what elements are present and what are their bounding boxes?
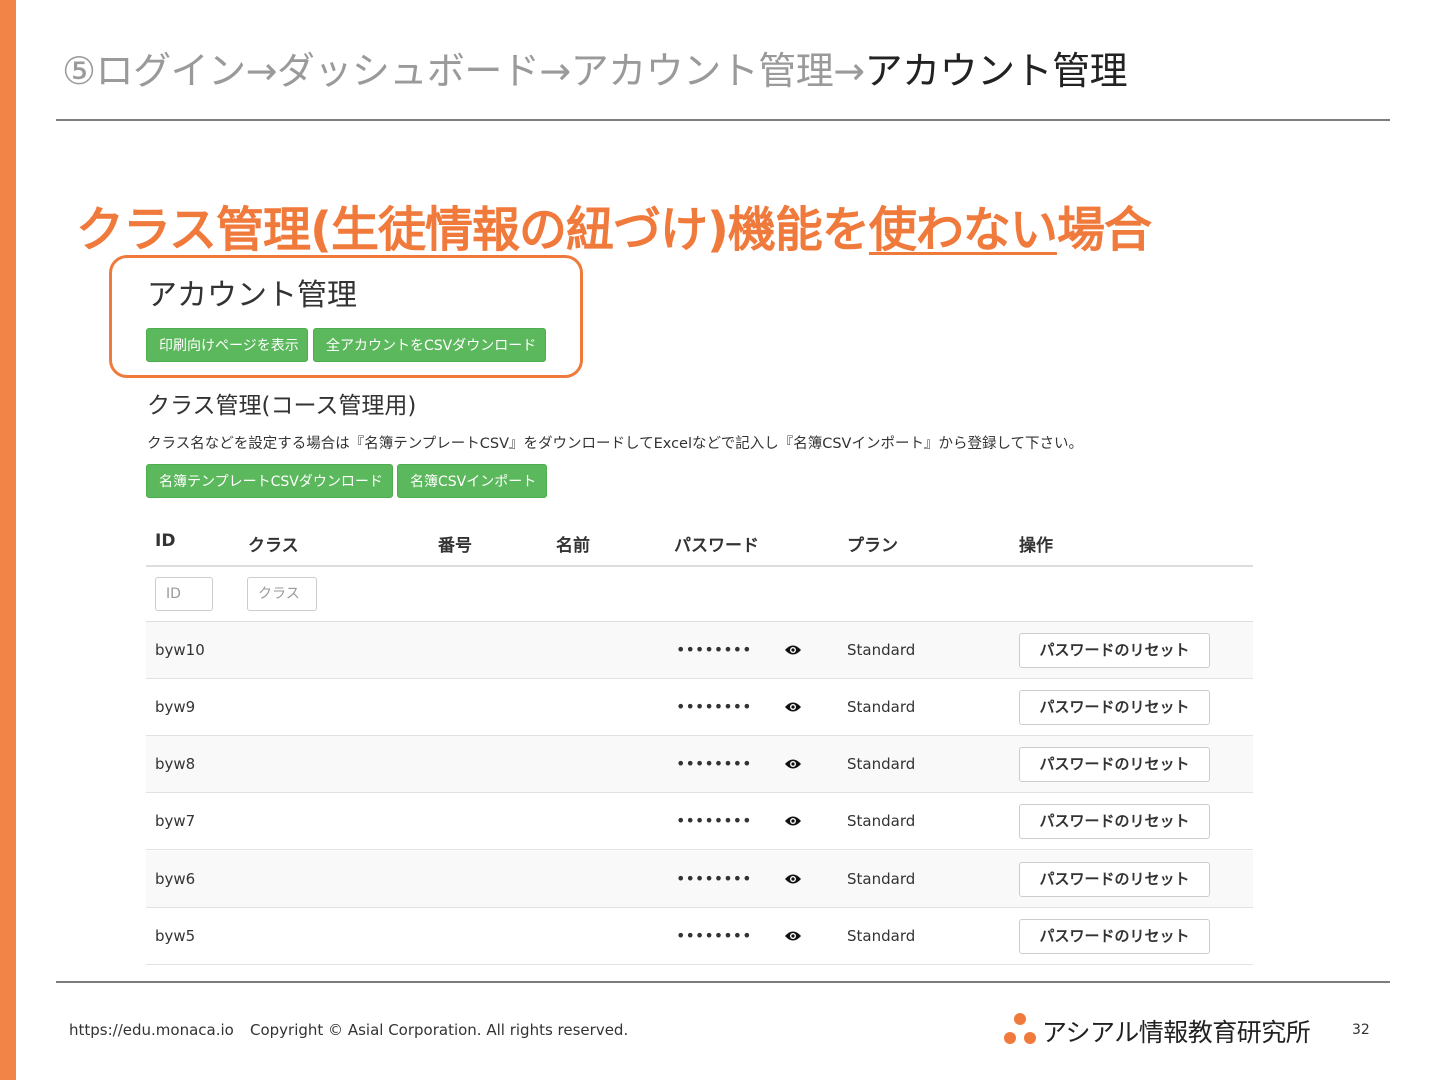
row-plan: Standard bbox=[847, 927, 916, 945]
table-row: byw10 •••••••• Standard パスワードのリセット bbox=[146, 622, 1253, 679]
title-divider bbox=[56, 119, 1390, 121]
eye-icon[interactable] bbox=[784, 928, 802, 944]
table-row: byw9 •••••••• Standard パスワードのリセット bbox=[146, 679, 1253, 736]
eye-icon[interactable] bbox=[784, 813, 802, 829]
template-csv-download-button[interactable]: 名簿テンプレートCSVダウンロード bbox=[146, 464, 393, 498]
logo-dots-icon bbox=[1004, 1013, 1036, 1044]
table-row: byw8 •••••••• Standard パスワードのリセット bbox=[146, 736, 1253, 793]
reset-password-button[interactable]: パスワードのリセット bbox=[1019, 690, 1210, 725]
row-id: byw8 bbox=[155, 755, 196, 773]
csv-import-button[interactable]: 名簿CSVインポート bbox=[397, 464, 547, 498]
row-password: •••••••• bbox=[676, 754, 752, 773]
account-page-title: アカウント管理 bbox=[147, 278, 357, 313]
column-header-actions: 操作 bbox=[1019, 536, 1053, 556]
headline-underlined: 使わない bbox=[868, 202, 1058, 258]
headline-text: クラス管理(生徒情報の紐づけ)機能を bbox=[76, 202, 870, 258]
id-filter-input[interactable] bbox=[155, 577, 213, 611]
table-row: byw6 •••••••• Standard パスワードのリセット bbox=[146, 851, 1253, 908]
csv-download-all-button[interactable]: 全アカウントをCSVダウンロード bbox=[313, 328, 546, 362]
row-id: byw10 bbox=[155, 641, 205, 659]
eye-icon[interactable] bbox=[784, 871, 802, 887]
footer-divider bbox=[56, 981, 1390, 983]
eye-icon[interactable] bbox=[784, 699, 802, 715]
row-plan: Standard bbox=[847, 641, 916, 659]
headline: クラス管理(生徒情報の紐づけ)機能を使わない場合 bbox=[76, 190, 1152, 260]
reset-password-button[interactable]: パスワードのリセット bbox=[1019, 862, 1210, 897]
row-password: •••••••• bbox=[676, 811, 752, 830]
eye-icon[interactable] bbox=[784, 642, 802, 658]
footer-copyright: Copyright © Asial Corporation. All right… bbox=[250, 1021, 629, 1039]
class-management-title: クラス管理(コース管理用) bbox=[147, 393, 417, 419]
column-header-plan: プラン bbox=[847, 536, 898, 556]
reset-password-button[interactable]: パスワードのリセット bbox=[1019, 747, 1210, 782]
row-password: •••••••• bbox=[676, 697, 752, 716]
class-filter-input[interactable] bbox=[247, 577, 317, 611]
row-id: byw5 bbox=[155, 927, 196, 945]
class-management-description: クラス名などを設定する場合は『名簿テンプレートCSV』をダウンロードしてExce… bbox=[147, 436, 1084, 452]
left-accent-bar bbox=[0, 0, 16, 1080]
breadcrumb-current: アカウント管理 bbox=[864, 49, 1128, 93]
row-password: •••••••• bbox=[676, 926, 752, 945]
headline-suffix: 場合 bbox=[1056, 202, 1152, 258]
table-row: byw7 •••••••• Standard パスワードのリセット bbox=[146, 793, 1253, 850]
print-page-button[interactable]: 印刷向けページを表示 bbox=[146, 328, 308, 362]
row-id: byw6 bbox=[155, 870, 196, 888]
row-plan: Standard bbox=[847, 812, 916, 830]
row-password: •••••••• bbox=[676, 869, 752, 888]
reset-password-button[interactable]: パスワードのリセット bbox=[1019, 804, 1210, 839]
column-header-class: クラス bbox=[248, 536, 299, 556]
row-plan: Standard bbox=[847, 870, 916, 888]
breadcrumb-path: ⑤ログイン→ダッシュボード→アカウント管理→ bbox=[62, 49, 865, 93]
row-password: •••••••• bbox=[676, 640, 752, 659]
slide-title: ⑤ログイン→ダッシュボード→アカウント管理→アカウント管理 bbox=[62, 40, 1128, 95]
table-row: byw5 •••••••• Standard パスワードのリセット bbox=[146, 908, 1253, 965]
page-number: 32 bbox=[1352, 1022, 1370, 1038]
row-plan: Standard bbox=[847, 755, 916, 773]
footer-brand-name: アシアル情報教育研究所 bbox=[1042, 1018, 1311, 1047]
footer-url: https://edu.monaca.io bbox=[69, 1021, 234, 1039]
row-id: byw7 bbox=[155, 812, 196, 830]
column-header-id: ID bbox=[155, 531, 176, 551]
column-header-password: パスワード bbox=[674, 536, 759, 556]
eye-icon[interactable] bbox=[784, 756, 802, 772]
row-plan: Standard bbox=[847, 698, 916, 716]
table-header-divider bbox=[146, 565, 1253, 567]
reset-password-button[interactable]: パスワードのリセット bbox=[1019, 919, 1210, 954]
reset-password-button[interactable]: パスワードのリセット bbox=[1019, 633, 1210, 668]
column-header-number: 番号 bbox=[438, 536, 472, 556]
row-id: byw9 bbox=[155, 698, 196, 716]
column-header-name: 名前 bbox=[556, 536, 590, 556]
